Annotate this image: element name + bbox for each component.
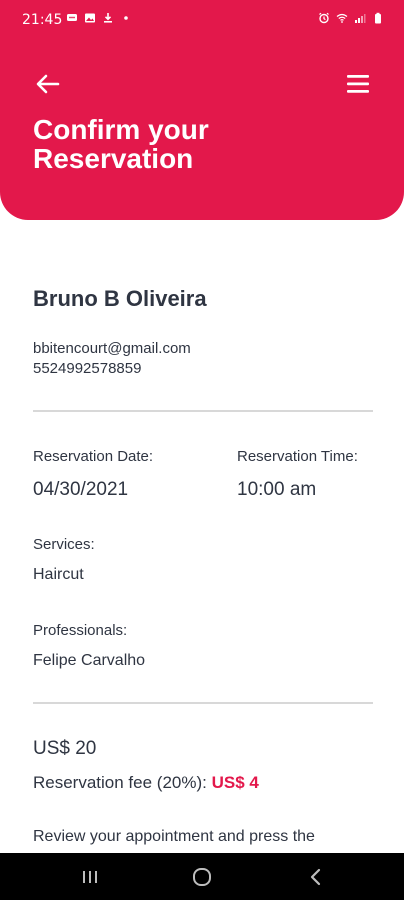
status-right-icons — [318, 12, 384, 24]
customer-phone: 5524992578859 — [33, 360, 142, 377]
professionals-value: Felipe Carvalho — [33, 652, 146, 669]
alarm-icon — [319, 12, 329, 24]
services-label: Services: — [33, 536, 95, 553]
services-value: Haircut — [33, 566, 84, 583]
hamburger-menu-icon[interactable] — [346, 73, 370, 95]
signal-icon — [355, 14, 366, 23]
status-time: 21:45 — [22, 12, 63, 28]
wifi-icon — [336, 13, 348, 23]
image-icon — [85, 13, 95, 23]
reservation-date-label: Reservation Date: — [33, 448, 154, 465]
system-navigation-bar — [0, 853, 404, 900]
divider — [33, 702, 373, 704]
notification-dot-icon — [124, 16, 128, 20]
status-bar: 21:45 — [0, 0, 404, 40]
status-left-icons — [66, 12, 132, 24]
professionals-label: Professionals: — [33, 622, 128, 639]
reservation-time-label: Reservation Time: — [237, 448, 358, 465]
header: 21:45 Confirm your Reservation — [0, 0, 404, 220]
reservation-fee-row: Reservation fee (20%): US$ 4 — [33, 773, 259, 793]
battery-icon — [375, 12, 381, 24]
reservation-date-value: 04/30/2021 — [33, 479, 129, 500]
download-icon — [104, 13, 112, 23]
home-icon[interactable] — [190, 865, 214, 889]
message-icon — [67, 14, 77, 21]
reservation-time-value: 10:00 am — [237, 479, 317, 500]
page-title: Confirm your Reservation — [33, 114, 209, 174]
divider — [33, 410, 373, 412]
reservation-fee-amount: US$ 4 — [211, 773, 259, 792]
reservation-fee-label: Reservation fee (20%): — [33, 773, 207, 792]
back-arrow-icon[interactable] — [34, 72, 62, 96]
total-price: US$ 20 — [33, 738, 97, 759]
chevron-left-icon[interactable] — [304, 865, 328, 889]
review-instructions: Review your appointment and press the — [33, 828, 315, 845]
customer-email: bbitencourt@gmail.com — [33, 340, 191, 357]
customer-name: Bruno B Oliveira — [33, 286, 207, 311]
recent-apps-icon[interactable] — [78, 865, 102, 889]
